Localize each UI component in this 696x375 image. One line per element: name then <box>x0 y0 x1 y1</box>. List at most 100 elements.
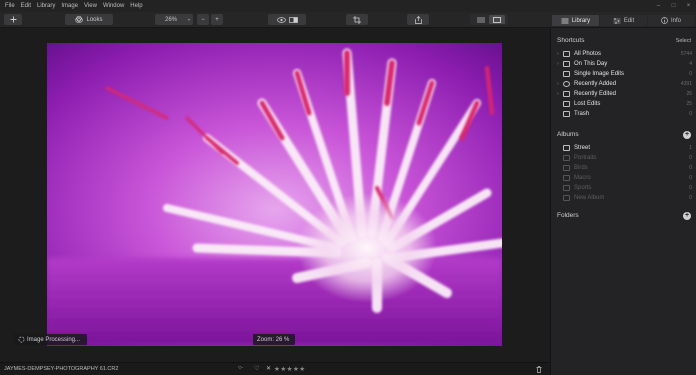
menu-bar: File Edit Library Image View Window Help… <box>0 0 696 12</box>
album-label: Macro <box>574 175 591 181</box>
crop-button[interactable] <box>346 14 368 25</box>
chevron-right-icon[interactable]: › <box>557 91 559 97</box>
shortcut-count: 4391 <box>680 81 692 87</box>
add-folder-button[interactable]: + <box>683 212 691 220</box>
zoom-out-button[interactable]: − <box>197 14 209 25</box>
shortcut-count: 25 <box>686 101 692 107</box>
shortcut-lost-edits[interactable]: Lost Edits 25 <box>551 99 696 109</box>
album-street[interactable]: Street 1 <box>551 143 696 153</box>
reject-icon[interactable]: ✕ <box>266 365 271 372</box>
shortcut-count: 4 <box>689 61 692 67</box>
shortcut-recently-added[interactable]: › Recently Added 4391 <box>551 79 696 89</box>
menu-view[interactable]: View <box>84 3 97 9</box>
album-birds[interactable]: Birds 0 <box>551 163 696 173</box>
trash-icon[interactable] <box>536 366 542 373</box>
menu-image[interactable]: Image <box>61 3 78 9</box>
shortcuts-title: Shortcuts <box>557 37 585 44</box>
compare-button[interactable] <box>268 14 306 25</box>
add-album-button[interactable]: + <box>683 131 691 139</box>
plus-icon: + <box>215 16 219 23</box>
album-icon <box>563 155 570 161</box>
macro-flower-photo[interactable] <box>47 43 502 346</box>
select-button[interactable]: Select <box>676 38 691 44</box>
star-rating[interactable]: ★★★★★ <box>274 365 306 373</box>
single-view-button[interactable] <box>489 15 505 24</box>
shortcut-label: Recently Edited <box>574 91 617 97</box>
folders-title: Folders <box>557 212 579 219</box>
edit-icon <box>563 91 570 97</box>
album-count: 0 <box>689 175 692 181</box>
library-sidebar: Shortcuts Select › All Photos 5744 › On … <box>550 28 696 375</box>
shortcut-count: 26 <box>686 91 692 97</box>
tab-edit[interactable]: Edit <box>600 15 647 26</box>
lost-edits-icon <box>563 101 570 107</box>
crop-icon <box>353 15 361 24</box>
album-count: 0 <box>689 185 692 191</box>
album-sports[interactable]: Sports 0 <box>551 183 696 193</box>
shortcut-label: All Photos <box>574 51 602 57</box>
heart-icon[interactable]: ♡ <box>254 365 259 372</box>
chevron-down-icon: ▾ <box>187 17 190 22</box>
shortcut-label: On This Day <box>574 61 608 67</box>
flag-picker-icon[interactable]: ○· <box>238 365 244 371</box>
menu-file[interactable]: File <box>5 3 15 9</box>
album-label: Sports <box>574 185 592 191</box>
album-icon <box>563 175 570 181</box>
tab-info[interactable]: Info <box>648 15 694 26</box>
looks-button[interactable]: Looks <box>65 14 113 25</box>
chevron-right-icon[interactable]: › <box>557 81 559 87</box>
list-icon <box>477 17 485 22</box>
eye-icon <box>276 16 286 23</box>
shortcut-on-this-day[interactable]: › On This Day 4 <box>551 59 696 69</box>
shortcut-count: 0 <box>689 111 692 117</box>
zoom-in-button[interactable]: + <box>211 14 223 25</box>
shortcut-label: Recently Added <box>574 81 617 87</box>
tab-library-label: Library <box>571 17 591 24</box>
menu-window[interactable]: Window <box>103 3 124 9</box>
add-circle-icon <box>563 81 570 87</box>
chevron-right-icon[interactable]: › <box>557 51 559 57</box>
album-macro[interactable]: Macro 0 <box>551 173 696 183</box>
tab-library[interactable]: Library <box>552 15 599 26</box>
albums-title: Albums <box>557 131 579 138</box>
sliders-icon <box>613 17 621 24</box>
shortcut-all-photos[interactable]: › All Photos 5744 <box>551 49 696 59</box>
filename-label: JAYMES-DEMPSEY-PHOTOGRAPHY 61.CR2 <box>4 366 119 372</box>
window-controls: – □ × <box>646 0 696 12</box>
shortcut-count: 5744 <box>680 51 692 57</box>
shortcut-label: Lost Edits <box>574 101 601 107</box>
status-bar: JAYMES-DEMPSEY-PHOTOGRAPHY 61.CR2 ○· ♡ ✕… <box>0 362 550 375</box>
shortcut-count: 0 <box>689 71 692 77</box>
shortcut-single-image-edits[interactable]: Single Image Edits 0 <box>551 69 696 79</box>
shortcut-trash[interactable]: Trash 0 <box>551 109 696 119</box>
spinner-icon <box>18 336 25 343</box>
shortcut-recently-edited[interactable]: › Recently Edited 26 <box>551 89 696 99</box>
shortcut-label: Trash <box>574 111 590 117</box>
plus-icon <box>10 16 16 23</box>
zoom-select[interactable]: 26% ▾ <box>155 14 193 25</box>
calendar-icon <box>563 61 570 67</box>
menu-help[interactable]: Help <box>130 3 142 9</box>
shortcut-label: Single Image Edits <box>574 71 625 77</box>
menu-edit[interactable]: Edit <box>21 3 31 9</box>
album-portraits[interactable]: Portraits 0 <box>551 153 696 163</box>
add-button[interactable] <box>4 14 22 25</box>
tab-edit-label: Edit <box>623 17 635 24</box>
chevron-right-icon[interactable]: › <box>557 61 559 67</box>
share-button[interactable] <box>407 14 429 25</box>
maximize-button[interactable]: □ <box>666 0 681 12</box>
photos-icon <box>563 51 570 57</box>
album-count: 0 <box>689 195 692 201</box>
grid-view-button[interactable] <box>473 15 489 24</box>
tab-info-label: Info <box>670 17 681 24</box>
close-button[interactable]: × <box>681 0 696 12</box>
album-label: Street <box>574 145 591 151</box>
album-new-album[interactable]: New Album 0 <box>551 193 696 203</box>
processing-label: Image Processing... <box>27 336 81 343</box>
minimize-button[interactable]: – <box>651 0 666 12</box>
album-label: Portraits <box>574 155 597 161</box>
album-icon <box>563 185 570 191</box>
menu-library[interactable]: Library <box>37 3 55 9</box>
grid-icon <box>563 71 570 77</box>
image-canvas: Image Processing... Zoom: 26 % <box>0 29 550 362</box>
